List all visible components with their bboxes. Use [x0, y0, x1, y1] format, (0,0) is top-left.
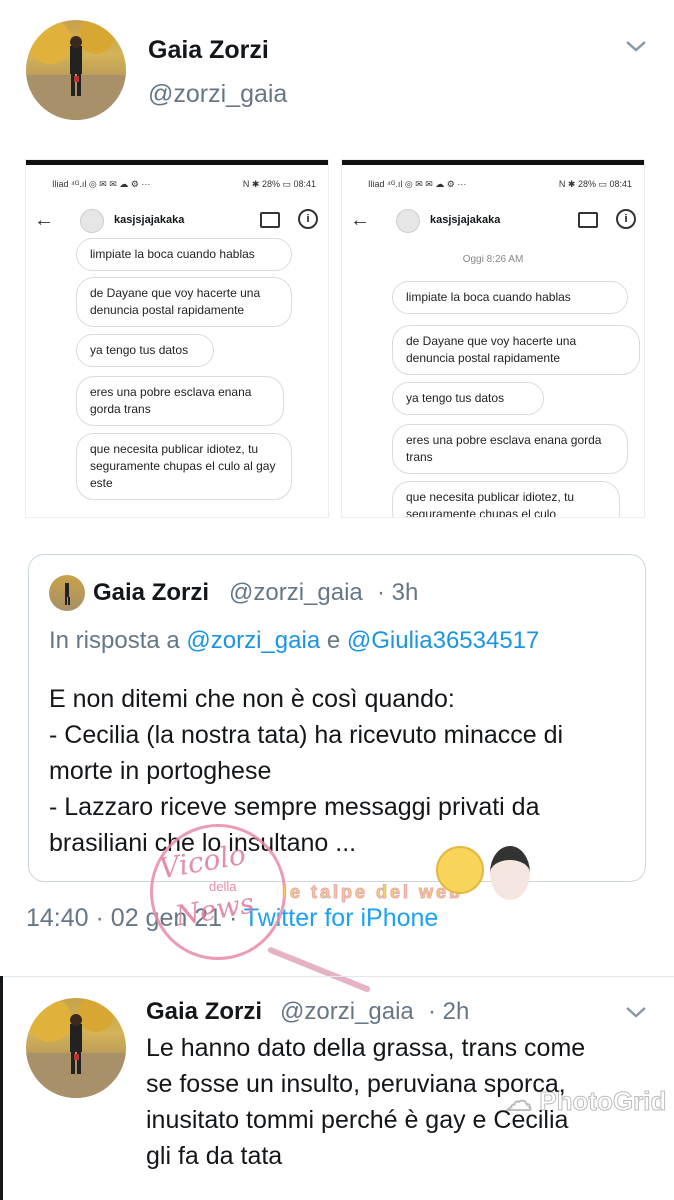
- back-arrow-icon[interactable]: ←: [34, 209, 54, 232]
- message-bubble: eres una pobre esclava enana gorda trans: [76, 376, 284, 426]
- status-left: Iliad ⁴ᴳ.ıl ◎ ✉ ✉ ☁ ⚙ ···: [368, 179, 467, 189]
- message-bubble: eres una pobre esclava enana gorda trans: [392, 424, 628, 474]
- message-bubble: ya tengo tus datos: [392, 382, 544, 415]
- text-line: Le hanno dato della grassa, trans come: [146, 1034, 586, 1062]
- video-call-icon[interactable]: [578, 212, 598, 228]
- tweet-date[interactable]: · 02 gen 21: [96, 904, 223, 932]
- status-bar: Iliad ⁴ᴳ.ıl ◎ ✉ ✉ ☁ ⚙ ··· N ✱ 28% ▭ 08:4…: [342, 175, 644, 193]
- quoted-author-avatar: [49, 575, 85, 611]
- message-bubble: limpiate la boca cuando hablas: [392, 281, 628, 314]
- text-line: inusitato tommi perché è gay e Cecilia: [146, 1106, 569, 1134]
- message-bubble: que necesita publicar idiotez, tu segura…: [392, 481, 620, 517]
- text-line: - Lazzaro riceve sempre messaggi privati…: [49, 793, 540, 821]
- thread-line: [0, 976, 3, 1200]
- quoted-tweet-age: · 3h: [377, 579, 419, 606]
- message-bubble: de Dayane que voy hacerte una denuncia p…: [76, 277, 292, 327]
- contact-name[interactable]: kasjsjajakaka: [114, 214, 184, 226]
- text-line: E non ditemi che non è così quando:: [49, 685, 455, 713]
- status-left: Iliad ⁴ᴳ.ıl ◎ ✉ ✉ ☁ ⚙ ···: [52, 179, 151, 189]
- tweet-time[interactable]: 14:40: [26, 904, 89, 932]
- video-call-icon[interactable]: [260, 212, 280, 228]
- info-icon[interactable]: i: [298, 209, 318, 229]
- contact-avatar: [396, 209, 420, 233]
- contact-avatar: [80, 209, 104, 233]
- author-avatar[interactable]: [26, 20, 126, 120]
- reply-user-link[interactable]: @Giulia36534517: [347, 627, 540, 654]
- tweet-source[interactable]: Twitter for iPhone: [244, 904, 439, 932]
- quoted-tweet-text: E non ditemi che non è così quando: - Ce…: [49, 681, 563, 861]
- dm-header: ← kasjsjajakaka i: [342, 203, 644, 237]
- chevron-down-icon[interactable]: [624, 38, 648, 54]
- text-line: se fosse un insulto, peruviana sporca,: [146, 1070, 566, 1098]
- magnifier-handle: [266, 946, 372, 993]
- text-line: brasiliani che lo insultano ...: [49, 829, 357, 857]
- author-name[interactable]: Gaia Zorzi: [148, 36, 269, 65]
- status-right: N ✱ 28% ▭ 08:41: [242, 179, 316, 189]
- reply-age[interactable]: · 2h: [428, 998, 469, 1026]
- message-bubble: de Dayane que voy hacerte una denuncia p…: [392, 325, 640, 375]
- message-date: Oggi 8:26 AM: [462, 254, 524, 265]
- back-arrow-icon[interactable]: ←: [350, 209, 370, 232]
- reply-author-handle[interactable]: @zorzi_gaia: [280, 998, 414, 1026]
- reply-prefix: In risposta a: [49, 627, 180, 654]
- dm-header: ← kasjsjajakaka i: [26, 203, 328, 237]
- tweet-timestamp: 14:40 · 02 gen 21 · Twitter for iPhone: [26, 904, 438, 933]
- cartoon-girl-blonde: [436, 846, 484, 894]
- contact-name[interactable]: kasjsjajakaka: [430, 214, 500, 226]
- reply-context: In risposta a @zorzi_gaia e @Giulia36534…: [49, 627, 539, 655]
- reply-author-avatar[interactable]: [26, 998, 126, 1098]
- message-bubble: limpiate la boca cuando hablas: [76, 238, 292, 271]
- text-line: morte in portoghese: [49, 757, 272, 785]
- cartoon-girl-dark: [490, 846, 530, 900]
- quoted-author-handle: @zorzi_gaia: [229, 579, 363, 606]
- message-bubble: ya tengo tus datos: [76, 334, 214, 367]
- status-right: N ✱ 28% ▭ 08:41: [558, 179, 632, 189]
- status-bar: Iliad ⁴ᴳ.ıl ◎ ✉ ✉ ☁ ⚙ ··· N ✱ 28% ▭ 08:4…: [26, 175, 328, 193]
- text-line: - Cecilia (la nostra tata) ha ricevuto m…: [49, 721, 564, 749]
- text-line: gli fa da tata: [146, 1142, 283, 1170]
- reply-author-name[interactable]: Gaia Zorzi: [146, 998, 262, 1026]
- message-bubble: que necesita publicar idiotez, tu segura…: [76, 433, 292, 500]
- quoted-author-name: Gaia Zorzi: [93, 579, 210, 606]
- talpe-del-web-logo: le talpe del web: [281, 882, 464, 903]
- dm-screenshot-left: Iliad ⁴ᴳ.ıl ◎ ✉ ✉ ☁ ⚙ ··· N ✱ 28% ▭ 08:4…: [26, 160, 328, 517]
- chevron-down-icon[interactable]: [624, 1004, 648, 1020]
- tweet-divider: [0, 976, 674, 977]
- dm-screenshot-right: Iliad ⁴ᴳ.ıl ◎ ✉ ✉ ☁ ⚙ ··· N ✱ 28% ▭ 08:4…: [342, 160, 644, 517]
- reply-text: Le hanno dato della grassa, trans come s…: [146, 1030, 585, 1174]
- quoted-tweet-card[interactable]: Gaia Zorzi @zorzi_gaia · 3h In risposta …: [28, 554, 646, 882]
- tweet-source-dot: ·: [228, 904, 238, 932]
- info-icon[interactable]: i: [616, 209, 636, 229]
- reply-user-link[interactable]: @zorzi_gaia: [186, 627, 320, 654]
- reply-and: e: [326, 627, 341, 654]
- author-handle[interactable]: @zorzi_gaia: [148, 80, 287, 109]
